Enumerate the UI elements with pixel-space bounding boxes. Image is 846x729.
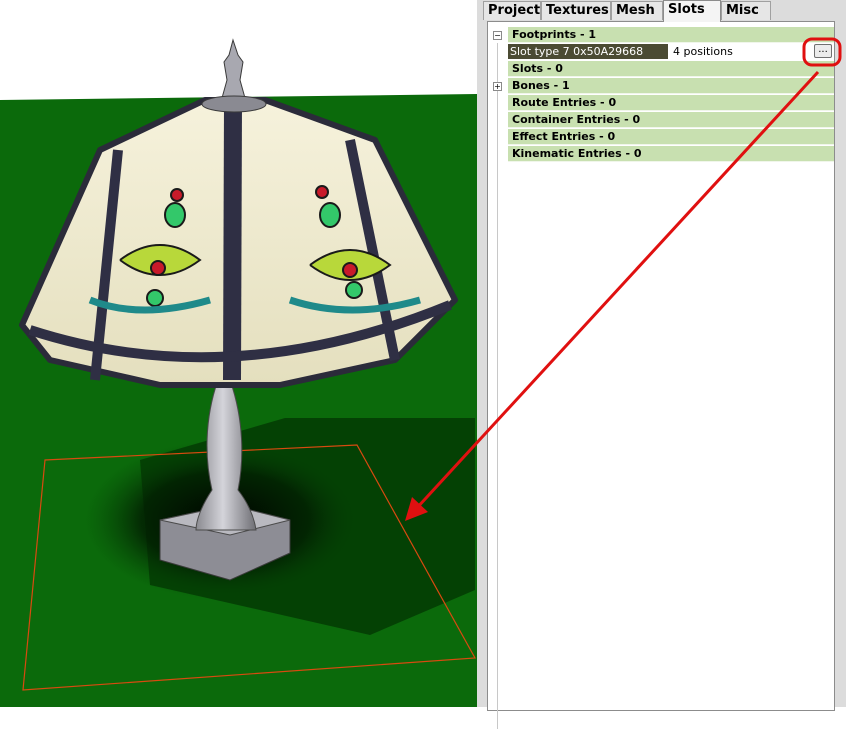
expand-bones-icon[interactable]: + (493, 82, 502, 91)
lamp-scene (0, 38, 477, 707)
tab-project[interactable]: Project (483, 1, 541, 20)
tree-row-slots[interactable]: Slots - 0 (508, 61, 834, 77)
properties-panel: Project Textures Mesh Slots Misc − Footp… (477, 0, 846, 729)
tree-row-footprints[interactable]: Footprints - 1 (508, 27, 834, 43)
tree-row-bones[interactable]: Bones - 1 (508, 78, 834, 94)
slot-entry-value: 4 positions (673, 45, 733, 58)
edit-positions-button[interactable]: ... (814, 44, 832, 58)
tab-slots[interactable]: Slots (663, 0, 721, 22)
3d-viewport[interactable] (0, 0, 477, 707)
tab-misc[interactable]: Misc (721, 1, 771, 20)
tree-rail (497, 43, 498, 729)
tree-row-container-entries[interactable]: Container Entries - 0 (508, 112, 834, 128)
slot-entry-row[interactable]: Slot type 7 0x50A29668 4 positions ... (508, 44, 834, 60)
tree-row-route-entries[interactable]: Route Entries - 0 (508, 95, 834, 111)
tree-row-kinematic-entries[interactable]: Kinematic Entries - 0 (508, 146, 834, 162)
slot-entry-name[interactable]: Slot type 7 0x50A29668 (508, 44, 668, 59)
tree-row-effect-entries[interactable]: Effect Entries - 0 (508, 129, 834, 145)
collapse-footprints-icon[interactable]: − (493, 31, 502, 40)
slots-content: − Footprints - 1 Slot type 7 0x50A29668 … (487, 21, 835, 729)
lamp-finial (221, 38, 246, 99)
tab-textures[interactable]: Textures (541, 1, 611, 20)
tab-mesh[interactable]: Mesh (611, 1, 663, 20)
